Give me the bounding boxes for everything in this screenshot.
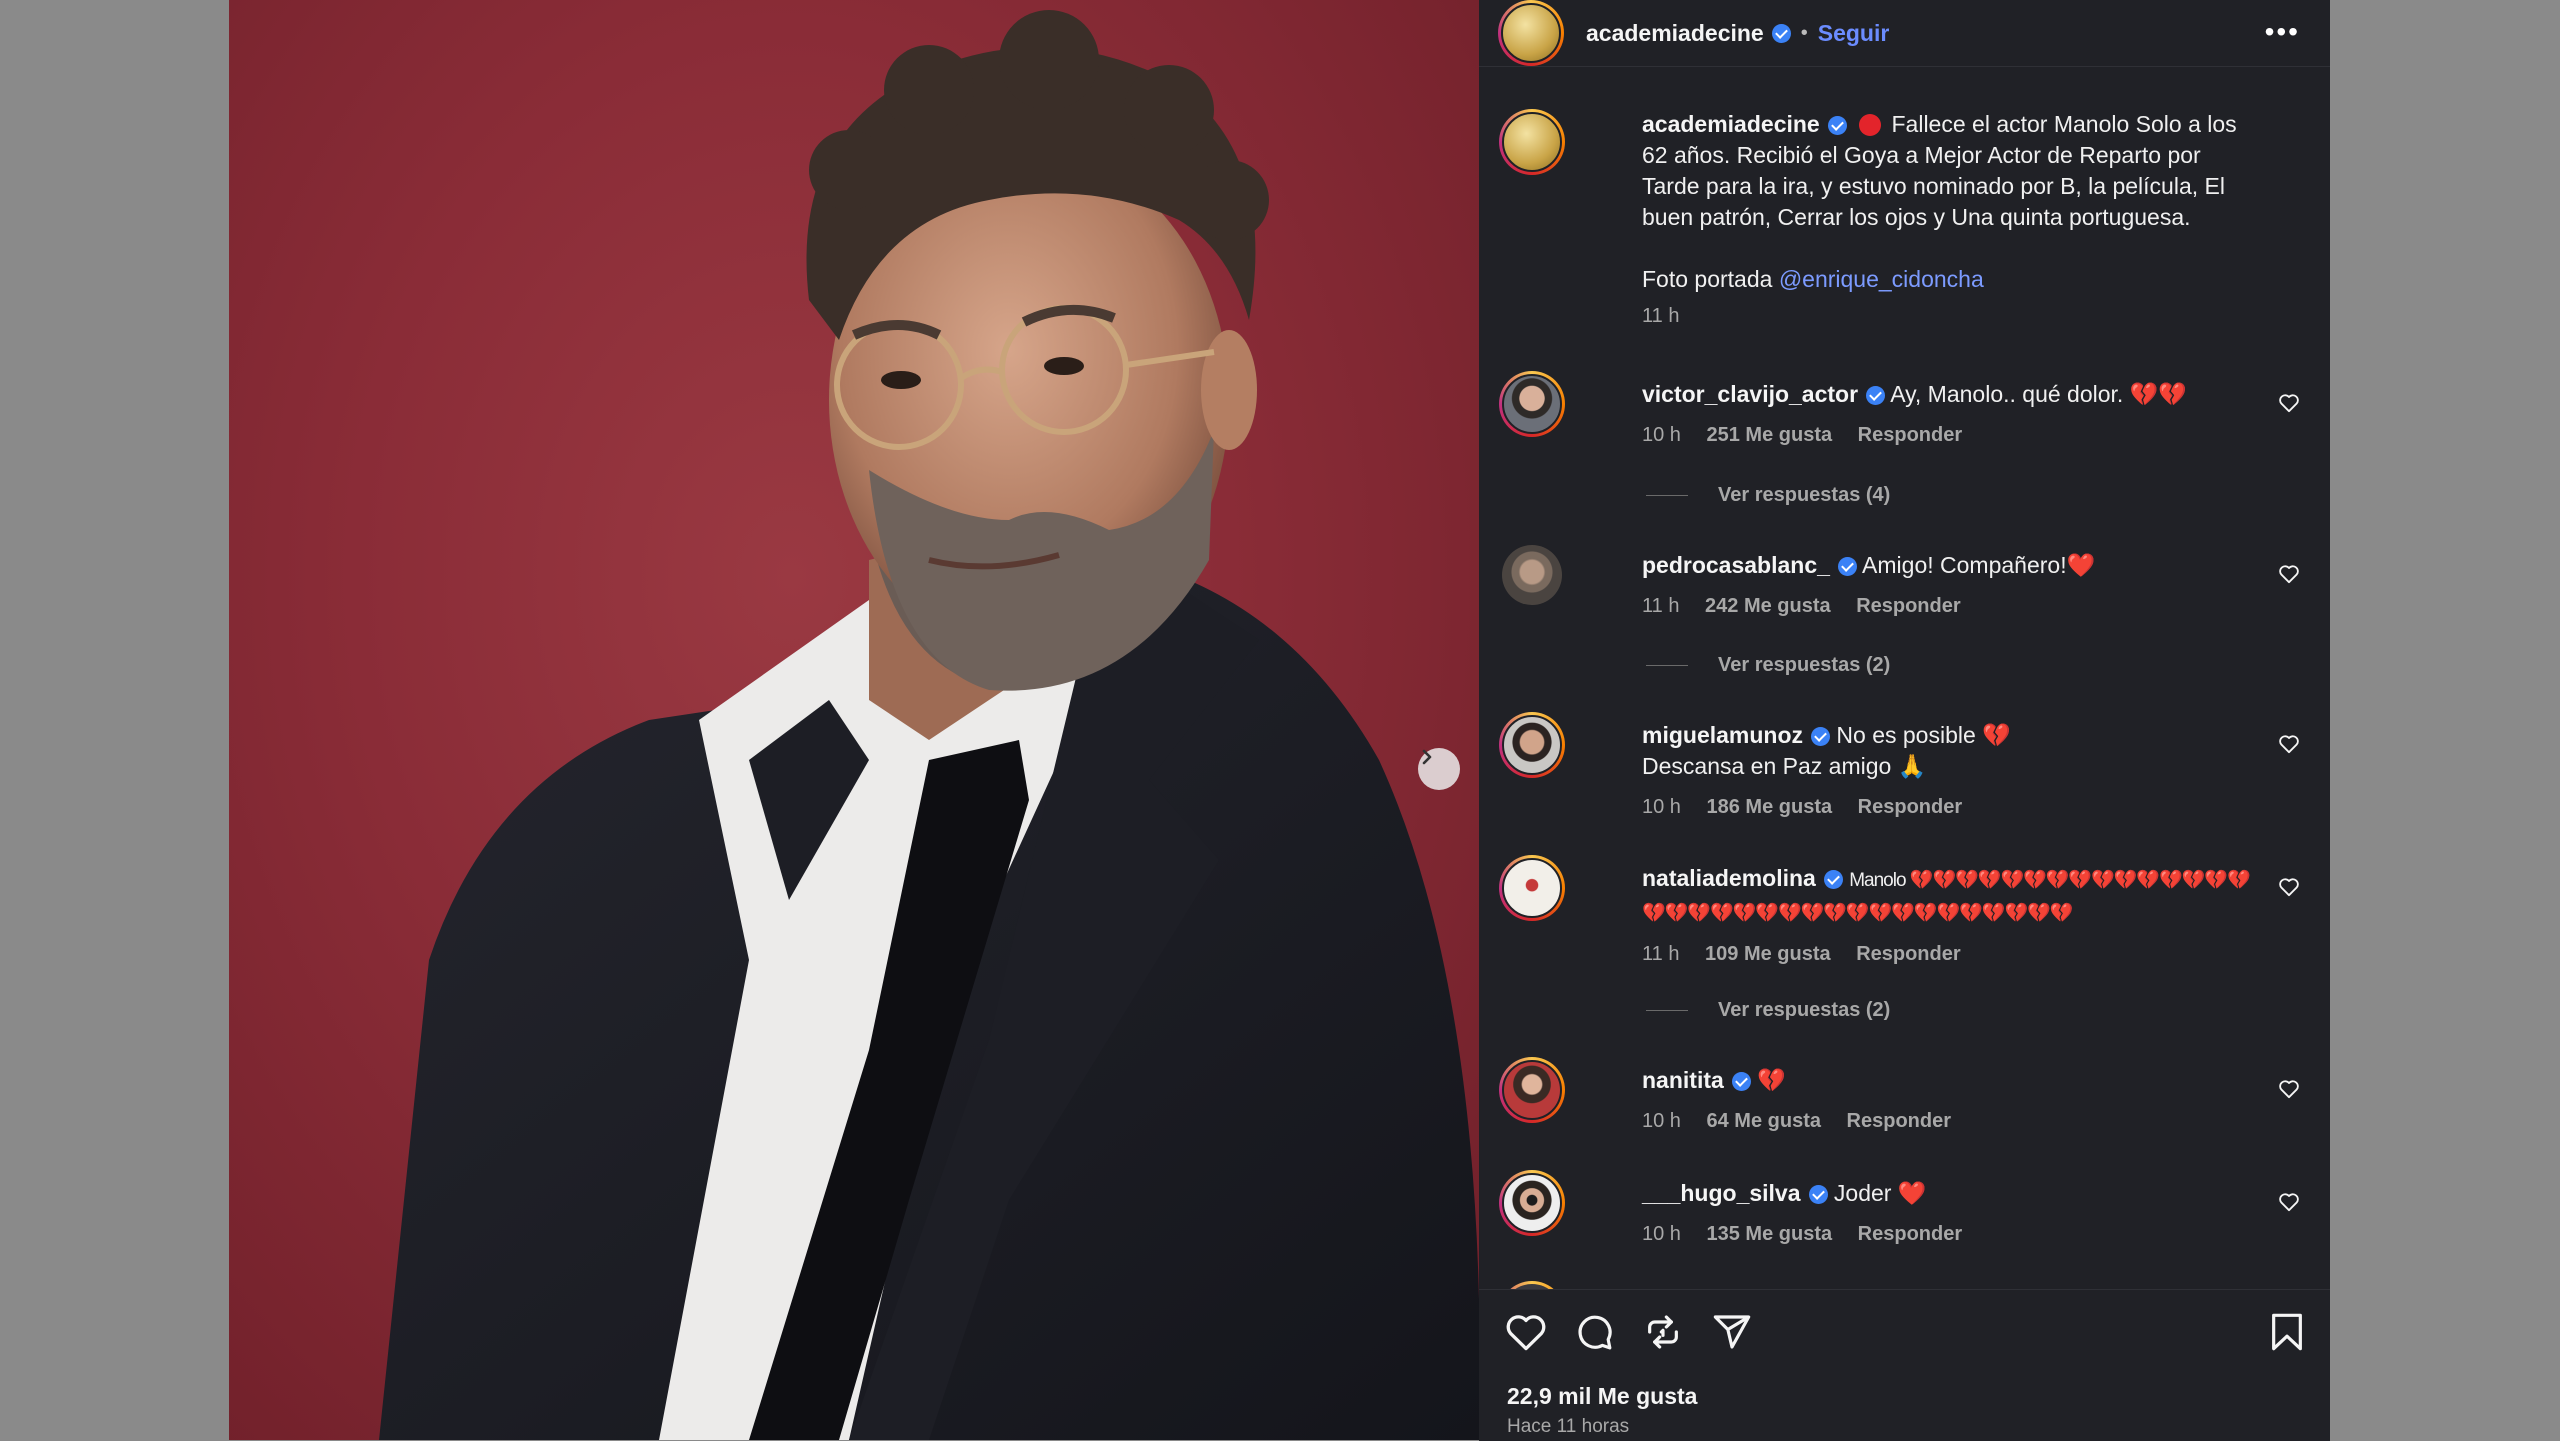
avatar-photo xyxy=(1502,374,1562,434)
comments-panel: academiadecine • Seguir ••• academiadeci… xyxy=(1479,0,2330,1441)
reply-button[interactable]: Responder xyxy=(1856,595,1960,617)
comment-time: 10 h xyxy=(1642,424,1681,446)
commenter-avatar[interactable] xyxy=(1499,1057,1565,1123)
avatar-photo xyxy=(1502,715,1562,775)
reply-button[interactable]: Responder xyxy=(1856,943,1960,965)
reply-button[interactable]: Responder xyxy=(1847,1110,1951,1132)
reply-button[interactable]: Responder xyxy=(1858,796,1962,818)
comment-likes[interactable]: 109 Me gusta xyxy=(1705,943,1831,965)
commenter-avatar[interactable] xyxy=(1499,1170,1565,1236)
reply-button[interactable]: Responder xyxy=(1858,1223,1962,1245)
comment-time: 10 h xyxy=(1642,1110,1681,1132)
comment-likes[interactable]: 135 Me gusta xyxy=(1707,1223,1833,1245)
post-likes-count[interactable]: 22,9 mil Me gusta xyxy=(1507,1383,1697,1410)
verified-badge-icon xyxy=(1731,1072,1751,1091)
follow-button[interactable]: Seguir xyxy=(1818,20,1890,47)
avatar-photo xyxy=(1502,545,1562,605)
view-replies-button[interactable]: Ver respuestas (4) xyxy=(1646,484,1890,507)
comment-likes[interactable]: 64 Me gusta xyxy=(1707,1110,1821,1132)
comment-likes[interactable]: 242 Me gusta xyxy=(1705,595,1831,617)
verified-badge-icon xyxy=(1866,386,1886,405)
view-replies-label[interactable]: Ver respuestas (4) xyxy=(1718,484,1890,507)
heart-icon[interactable] xyxy=(1505,1312,1547,1352)
comment-time: 11 h xyxy=(1642,595,1680,617)
portrait-illustration xyxy=(379,10,1479,1440)
view-replies-label[interactable]: Ver respuestas (2) xyxy=(1718,654,1890,677)
commenter-avatar[interactable] xyxy=(1499,542,1565,608)
post-actions-bar: 22,9 mil Me gusta Hace 11 horas xyxy=(1479,1289,2330,1441)
red-circle-emoji-icon xyxy=(1859,114,1882,136)
avatar-photo xyxy=(1502,858,1562,918)
replies-divider xyxy=(1646,495,1688,496)
post-photo xyxy=(229,0,1479,1440)
more-options-icon[interactable]: ••• xyxy=(2265,18,2300,46)
commenter-avatar[interactable] xyxy=(1499,371,1565,437)
avatar-photo xyxy=(1502,1060,1562,1120)
comment-time: 10 h xyxy=(1642,1223,1681,1245)
chevron-right-icon xyxy=(1422,749,1432,765)
post-viewer: academiadecine • Seguir ••• academiadeci… xyxy=(229,0,2330,1441)
avatar-photo xyxy=(1502,1173,1562,1233)
comment-like-heart-icon[interactable] xyxy=(2278,564,2300,584)
comment-like-heart-icon[interactable] xyxy=(2278,1079,2300,1099)
caption-username[interactable]: academiadecine xyxy=(1642,111,1820,137)
comment-username[interactable]: victor_clavijo_actor xyxy=(1642,381,1858,407)
comment-likes[interactable]: 186 Me gusta xyxy=(1707,796,1833,818)
comment-text: 💔 xyxy=(1757,1067,1786,1093)
replies-divider xyxy=(1646,1010,1688,1011)
commenter-avatar[interactable] xyxy=(1499,712,1565,778)
verified-badge-icon xyxy=(1823,870,1843,889)
view-replies-button[interactable]: Ver respuestas (2) xyxy=(1646,654,1890,677)
author-avatar[interactable] xyxy=(1498,0,1564,66)
comment-text: No es posible 💔 xyxy=(1836,722,2011,748)
post-header: academiadecine • Seguir ••• xyxy=(1479,0,2330,66)
share-icon[interactable] xyxy=(1712,1312,1752,1352)
comment-likes[interactable]: 251 Me gusta xyxy=(1707,424,1833,446)
view-replies-button[interactable]: Ver respuestas (2) xyxy=(1646,999,1890,1022)
comment-username[interactable]: ___hugo_silva xyxy=(1642,1180,1801,1206)
comment-username[interactable]: miguelamunoz xyxy=(1642,722,1803,748)
next-photo-button[interactable] xyxy=(1418,748,1460,790)
comments-list[interactable]: academiadecine Fallece el actor Manolo S… xyxy=(1479,66,2330,1290)
verified-badge-icon xyxy=(1837,557,1857,576)
photo-credit-mention[interactable]: @enrique_cidoncha xyxy=(1779,266,1984,292)
verified-badge-icon xyxy=(1827,116,1847,135)
academia-logo-icon xyxy=(1501,3,1561,63)
comment-text-line2: Descansa en Paz amigo 🙏 xyxy=(1642,753,1927,779)
comment-time: 10 h xyxy=(1642,796,1681,818)
reply-button[interactable]: Responder xyxy=(1858,424,1962,446)
verified-badge-icon xyxy=(1808,1185,1828,1204)
comment-like-heart-icon[interactable] xyxy=(2278,393,2300,413)
repost-icon[interactable] xyxy=(1643,1312,1683,1352)
verified-badge-icon xyxy=(1811,727,1831,746)
comment-text: Ay, Manolo.. qué dolor. 💔💔 xyxy=(1890,381,2187,407)
replies-divider xyxy=(1646,665,1688,666)
photo-credit-prefix: Foto portada xyxy=(1642,266,1773,292)
post-time-ago: Hace 11 horas xyxy=(1507,1416,1630,1437)
caption-avatar[interactable] xyxy=(1499,109,1565,175)
comment-text: Amigo! Compañero!❤️ xyxy=(1862,552,2096,578)
view-replies-label[interactable]: Ver respuestas (2) xyxy=(1718,999,1890,1022)
comment-like-heart-icon[interactable] xyxy=(2278,877,2300,897)
caption-time: 11 h xyxy=(1642,305,1680,327)
comment-username[interactable]: nanitita xyxy=(1642,1067,1724,1093)
commenter-avatar[interactable] xyxy=(1499,855,1565,921)
separator-dot: • xyxy=(1800,21,1808,44)
author-username[interactable]: academiadecine xyxy=(1586,20,1764,47)
comment-like-heart-icon[interactable] xyxy=(2278,734,2300,754)
comment-time: 11 h xyxy=(1642,943,1680,965)
bookmark-icon[interactable] xyxy=(2269,1312,2305,1352)
comment-like-heart-icon[interactable] xyxy=(2278,1192,2300,1212)
comment-username[interactable]: pedrocasablanc_ xyxy=(1642,552,1830,578)
verified-badge-icon xyxy=(1771,23,1791,43)
academia-logo-icon xyxy=(1502,112,1562,172)
comment-icon[interactable] xyxy=(1574,1312,1614,1352)
comment-username[interactable]: nataliademolina xyxy=(1642,865,1816,891)
comment-text: Joder ❤️ xyxy=(1833,1180,1927,1206)
